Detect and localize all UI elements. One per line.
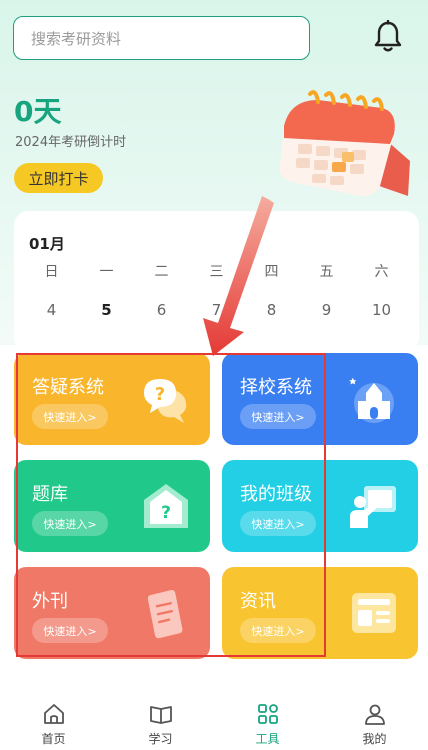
weekday-label: 二 <box>154 264 169 280</box>
weekday-label: 六 <box>374 264 389 280</box>
school-building-icon <box>349 377 394 423</box>
calendar-illustration-icon <box>279 90 410 197</box>
calendar-date[interactable]: 9 <box>299 301 354 319</box>
calendar-card: 01月 日 一 二 三 四 五 六 4 5 6 7 8 9 10 <box>14 211 419 351</box>
quick-enter-button[interactable]: 快速进入> <box>240 404 316 429</box>
quick-enter-button[interactable]: 快速进入> <box>32 404 108 429</box>
search-input[interactable]: 搜索考研资料 <box>13 16 310 60</box>
tile-question-bank[interactable]: 题库 快速进入> ? <box>14 460 210 552</box>
tile-title: 答疑系统 <box>32 377 104 398</box>
tab-tools[interactable]: 工具 <box>214 690 321 750</box>
qa-bubble-icon: ? <box>144 379 187 423</box>
calendar-month: 01月 <box>29 235 65 253</box>
calendar-weekdays: 日 一 二 三 四 五 六 <box>24 261 409 281</box>
quick-enter-button[interactable]: 快速进入> <box>240 511 316 536</box>
tab-label: 首页 <box>41 732 66 746</box>
teacher-board-icon <box>350 486 396 528</box>
calendar-date[interactable]: 6 <box>134 301 189 319</box>
tile-title: 外刊 <box>32 591 68 612</box>
svg-text:?: ? <box>155 384 165 405</box>
checkin-button[interactable]: 立即打卡 <box>14 163 103 193</box>
calendar-date[interactable]: 4 <box>24 301 79 319</box>
book-icon <box>149 706 172 724</box>
countdown-subtitle: 2024年考研倒计时 <box>15 135 127 150</box>
weekday-label: 三 <box>209 264 224 280</box>
tab-label: 学习 <box>148 732 173 746</box>
calendar-date[interactable]: 8 <box>244 301 299 319</box>
tab-home[interactable]: 首页 <box>0 690 107 750</box>
bell-icon[interactable] <box>372 20 404 54</box>
tab-label: 我的 <box>362 732 387 746</box>
home-icon <box>43 704 64 724</box>
quick-enter-button[interactable]: 快速进入> <box>32 618 108 643</box>
tile-school-select[interactable]: 择校系统 快速进入> <box>222 353 418 445</box>
calendar-date[interactable]: 7 <box>189 301 244 319</box>
tile-qa-system[interactable]: 答疑系统 快速进入> ? <box>14 353 210 445</box>
tile-my-class[interactable]: 我的班级 快速进入> <box>222 460 418 552</box>
calendar-dates: 4 5 6 7 8 9 10 <box>24 301 409 319</box>
question-house-icon: ? <box>144 484 188 528</box>
tile-news[interactable]: 资讯 快速进入> <box>222 567 418 659</box>
weekday-label: 五 <box>319 264 334 280</box>
tile-journals[interactable]: 外刊 快速进入> <box>14 567 210 659</box>
tile-title: 我的班级 <box>240 484 312 505</box>
tile-title: 择校系统 <box>240 377 312 398</box>
countdown-days: 0天 <box>14 95 62 128</box>
tab-study[interactable]: 学习 <box>107 690 214 750</box>
magazine-icon <box>147 590 183 639</box>
quick-enter-button[interactable]: 快速进入> <box>240 618 316 643</box>
weekday-label: 四 <box>264 264 279 280</box>
user-icon <box>364 704 385 725</box>
weekday-label: 一 <box>99 264 114 280</box>
tile-title: 资讯 <box>240 591 276 612</box>
calendar-date[interactable]: 10 <box>354 301 409 319</box>
svg-text:?: ? <box>161 503 171 523</box>
quick-enter-button[interactable]: 快速进入> <box>32 511 108 536</box>
bottom-tab-bar: 首页 学习 工具 我的 <box>0 690 428 750</box>
calendar-date-today[interactable]: 5 <box>79 301 134 319</box>
grid-tools-icon <box>257 704 278 724</box>
news-card-icon <box>352 593 396 633</box>
weekday-label: 日 <box>44 264 59 280</box>
tab-mine[interactable]: 我的 <box>321 690 428 750</box>
tile-title: 题库 <box>32 484 68 505</box>
tab-label: 工具 <box>255 732 280 746</box>
